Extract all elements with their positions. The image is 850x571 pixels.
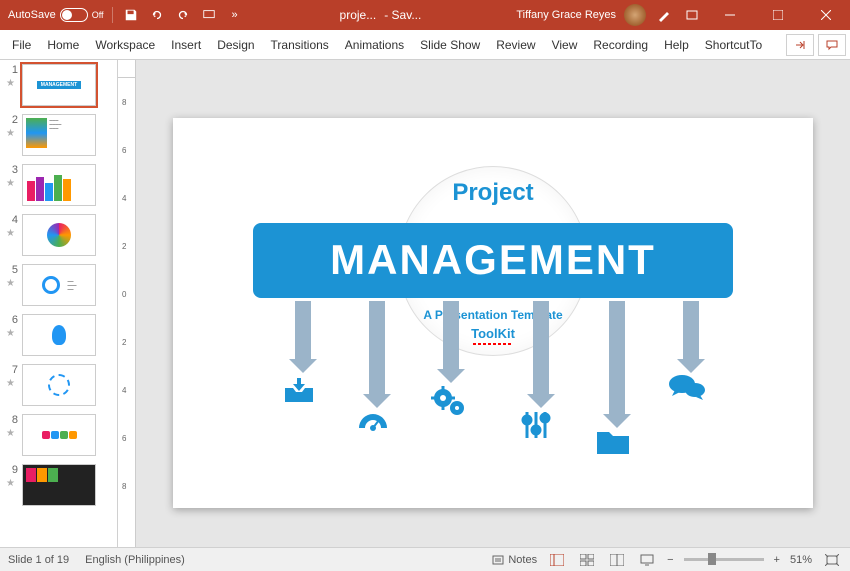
inbox-icon bbox=[281, 376, 317, 406]
tab-insert[interactable]: Insert bbox=[163, 30, 209, 59]
thumbnail-4[interactable] bbox=[22, 214, 96, 256]
arrow-1 bbox=[295, 301, 311, 361]
ruler-corner bbox=[118, 60, 136, 78]
tab-view[interactable]: View bbox=[544, 30, 586, 59]
title-project: Project bbox=[173, 179, 813, 207]
zoom-level[interactable]: 51% bbox=[790, 554, 812, 566]
comments-button[interactable] bbox=[818, 34, 846, 56]
slide-counter: Slide 1 of 19 bbox=[8, 554, 69, 566]
tab-transitions[interactable]: Transitions bbox=[263, 30, 337, 59]
slide-1[interactable]: Project MANAGEMENT A Presentation Templa… bbox=[173, 118, 813, 508]
folder-icon bbox=[595, 428, 631, 456]
document-name: proje... bbox=[340, 8, 377, 22]
slide-canvas[interactable]: Project MANAGEMENT A Presentation Templa… bbox=[136, 78, 850, 547]
thumbnail-3[interactable] bbox=[22, 164, 96, 206]
maximize-button[interactable] bbox=[758, 0, 798, 30]
ribbon-tabs: File Home Workspace Insert Design Transi… bbox=[0, 30, 850, 60]
gears-icon bbox=[429, 384, 469, 420]
gauge-icon bbox=[355, 410, 391, 438]
vertical-ruler: 864202468 bbox=[118, 78, 136, 547]
document-state: - Sav... bbox=[384, 8, 421, 22]
redo-icon[interactable] bbox=[173, 5, 193, 25]
status-bar: Slide 1 of 19 English (Philippines) Note… bbox=[0, 547, 850, 571]
present-from-start-icon[interactable] bbox=[199, 5, 219, 25]
title-bar: AutoSave Off » proje... - Sav... Tiffany… bbox=[0, 0, 850, 30]
toolkit-label: ToolKit bbox=[173, 326, 813, 345]
sliders-icon bbox=[519, 408, 553, 442]
thumbnail-1[interactable]: MANAGEMENT bbox=[22, 64, 96, 106]
title-management: MANAGEMENT bbox=[253, 223, 733, 298]
tab-file[interactable]: File bbox=[4, 30, 39, 59]
save-icon[interactable] bbox=[121, 5, 141, 25]
main-area: // rendered below via template 1★MANAGEM… bbox=[0, 60, 850, 547]
tab-design[interactable]: Design bbox=[209, 30, 262, 59]
toggle-switch[interactable] bbox=[60, 8, 88, 22]
thumbnail-6[interactable] bbox=[22, 314, 96, 356]
user-avatar[interactable] bbox=[624, 4, 646, 26]
more-qat-icon[interactable]: » bbox=[225, 5, 245, 25]
normal-view-button[interactable] bbox=[547, 552, 567, 568]
notes-button[interactable]: Notes bbox=[492, 554, 537, 566]
tab-animations[interactable]: Animations bbox=[337, 30, 412, 59]
tab-help[interactable]: Help bbox=[656, 30, 697, 59]
chat-icon bbox=[667, 372, 707, 404]
minimize-button[interactable] bbox=[710, 0, 750, 30]
thumbnail-panel[interactable]: // rendered below via template 1★MANAGEM… bbox=[0, 60, 118, 547]
tab-review[interactable]: Review bbox=[488, 30, 543, 59]
slideshow-view-button[interactable] bbox=[637, 552, 657, 568]
thumbnail-2[interactable]: ▬▬▬▬▬▬▬▬▬▬ bbox=[22, 114, 96, 156]
share-button[interactable] bbox=[786, 34, 814, 56]
zoom-slider[interactable] bbox=[684, 558, 764, 561]
reading-view-button[interactable] bbox=[607, 552, 627, 568]
draw-icon[interactable] bbox=[654, 5, 674, 25]
sorter-view-button[interactable] bbox=[577, 552, 597, 568]
thumbnail-7[interactable] bbox=[22, 364, 96, 406]
zoom-in-button[interactable]: + bbox=[774, 554, 780, 566]
autosave-toggle[interactable]: AutoSave Off bbox=[8, 8, 104, 22]
thumbnail-8[interactable] bbox=[22, 414, 96, 456]
arrow-6 bbox=[683, 301, 699, 361]
tab-home[interactable]: Home bbox=[39, 30, 87, 59]
tab-workspace[interactable]: Workspace bbox=[87, 30, 163, 59]
fit-to-window-button[interactable] bbox=[822, 552, 842, 568]
tab-slideshow[interactable]: Slide Show bbox=[412, 30, 488, 59]
ribbon-mode-icon[interactable] bbox=[682, 5, 702, 25]
arrow-2 bbox=[369, 301, 385, 396]
zoom-out-button[interactable]: − bbox=[667, 554, 673, 566]
arrow-4 bbox=[533, 301, 549, 396]
language-status[interactable]: English (Philippines) bbox=[85, 554, 185, 566]
user-name[interactable]: Tiffany Grace Reyes bbox=[516, 9, 616, 21]
tab-shortcut[interactable]: ShortcutTo bbox=[697, 30, 770, 59]
subtitle: A Presentation Template bbox=[173, 308, 813, 322]
undo-icon[interactable] bbox=[147, 5, 167, 25]
autosave-label: AutoSave bbox=[8, 9, 56, 21]
arrow-5 bbox=[609, 301, 625, 416]
thumbnail-5[interactable]: ▬▬▬▬▬▬▬ bbox=[22, 264, 96, 306]
close-button[interactable] bbox=[806, 0, 846, 30]
autosave-state: Off bbox=[92, 10, 104, 20]
slide-area: 1614121086420246810121416 864202468 Proj… bbox=[118, 60, 850, 547]
thumbnail-9[interactable] bbox=[22, 464, 96, 506]
arrow-3 bbox=[443, 301, 459, 371]
tab-recording[interactable]: Recording bbox=[585, 30, 656, 59]
